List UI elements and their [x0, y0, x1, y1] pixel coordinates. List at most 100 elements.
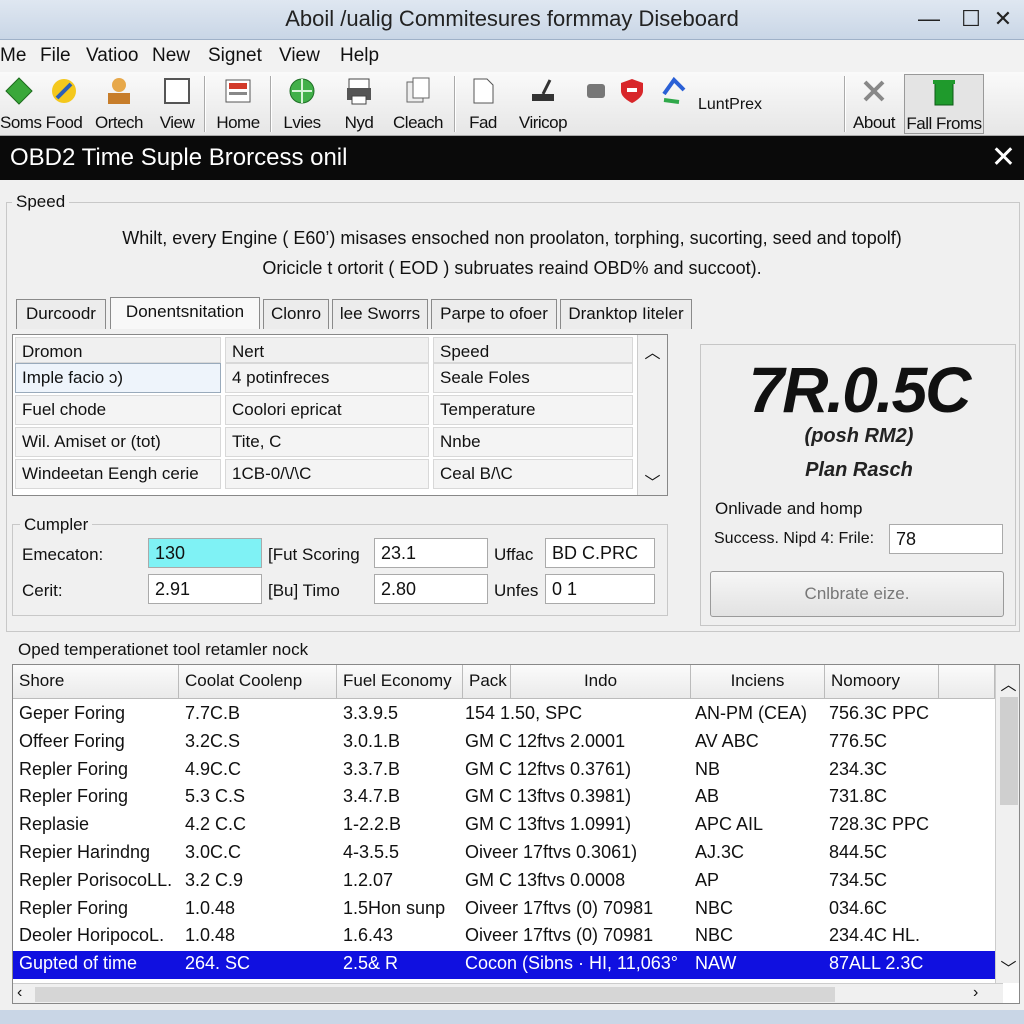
toolbar-cleach-button[interactable]: Cleach — [390, 74, 446, 134]
menu-bar: Me File Vatioo New Signet View Help — [0, 40, 1024, 72]
emecaton-input[interactable]: 130 — [148, 538, 262, 568]
grid-cell[interactable]: Windeetan Eengh cerie — [15, 459, 221, 489]
grid-header-dromon[interactable]: Dromon — [15, 337, 221, 363]
toolbar-home-button[interactable]: Home — [210, 74, 266, 134]
grid-cell[interactable]: Nnbe — [433, 427, 633, 457]
tab-durcoodr[interactable]: Durcoodr — [16, 299, 106, 329]
maximize-button[interactable]: ☐ — [956, 4, 986, 34]
scroll-up-icon[interactable]: ︿ — [996, 671, 1019, 695]
toolbar-ortech-button[interactable]: Ortech — [90, 74, 148, 134]
grid-cell[interactable]: 4 potinfreces — [225, 363, 429, 393]
cerit-input[interactable]: 2.91 — [148, 574, 262, 604]
menu-file[interactable]: File — [40, 45, 71, 67]
toolbar-fad-button[interactable]: Fad — [460, 74, 506, 134]
table-cell: 034.6C — [829, 897, 888, 918]
scroll-down-icon[interactable]: ﹀ — [638, 469, 667, 493]
toolbar-shield-button[interactable] — [616, 74, 648, 134]
success-field-input[interactable]: 78 — [889, 524, 1003, 554]
panel-close-button[interactable]: ✕ — [991, 140, 1016, 175]
scroll-down-icon[interactable]: ﹀ — [996, 955, 1019, 979]
table-horizontal-scrollbar[interactable]: ‹ › — [13, 983, 1003, 1003]
table-row[interactable]: Repler PorisocoLL. 3.2 C.9 1.2.07 GM C 13ft… — [13, 868, 995, 896]
toolbar-separator — [454, 76, 456, 132]
menu-view[interactable]: View — [279, 45, 320, 67]
table-cell: 776.5C — [829, 730, 888, 751]
scroll-left-icon[interactable]: ‹ — [17, 984, 22, 1002]
toolbar-view-button[interactable]: View — [156, 74, 198, 134]
column-header-blank — [939, 665, 995, 699]
table-cell: 728.3C PPC — [829, 814, 930, 835]
toolbar-nyd-button[interactable]: Nyd — [336, 74, 382, 134]
menu-help[interactable]: Help — [340, 45, 379, 67]
table-row[interactable]: Repler Foring 4.9C.C 3.3.7.B GM C 12ftvs 0.… — [13, 757, 995, 785]
grid-scrollbar[interactable]: ︿ ﹀ — [637, 335, 667, 495]
grid-header-speed[interactable]: Speed — [433, 337, 633, 363]
table-row[interactable]: Repier Harindng 3.0C.C 4-3.5.5 Oiveer 17ftv… — [13, 840, 995, 868]
grid-cell[interactable]: Seale Foles — [433, 363, 633, 393]
trash-icon — [933, 80, 955, 106]
toolbar-soms-button[interactable]: Soms — [0, 74, 42, 134]
menu-me[interactable]: Me — [0, 45, 26, 67]
uffac-input[interactable]: BD C.PRC — [545, 538, 655, 568]
table-row[interactable]: Offeer Foring 3.2C.S 3.0.1.B GM C 12ftvs 2.… — [13, 729, 995, 757]
table-row[interactable]: Repler Foring 5.3 C.S 3.4.7.B GM C 13ftvs 0… — [13, 784, 995, 812]
column-header-fuel-economy[interactable]: Fuel Economy — [337, 665, 463, 699]
column-header-pack[interactable]: Pack — [463, 665, 511, 699]
scroll-right-icon[interactable]: › — [973, 984, 978, 1002]
column-header-inciens[interactable]: Inciens — [691, 665, 825, 699]
grid-cell[interactable]: Wil. Amiset or (tot) — [15, 427, 221, 457]
menu-signet[interactable]: Signet — [208, 45, 262, 67]
toolbar-food-button[interactable]: Food — [42, 74, 86, 134]
tab-lee-sworrs[interactable]: lee Sworrs — [332, 299, 428, 329]
grid-cell[interactable]: Ceal B/\C — [433, 459, 633, 489]
toolbar-lvies-button[interactable]: Lvies — [276, 74, 328, 134]
tab-dranktop-iiteler[interactable]: Dranktop Iiteler — [560, 299, 692, 329]
grid-header-nert[interactable]: Nert — [225, 337, 429, 363]
menu-new[interactable]: New — [152, 45, 190, 67]
bu-timo-input[interactable]: 2.80 — [374, 574, 488, 604]
table-row[interactable]: Gupted of time 264. SC 2.5& R Cocon (Sibns … — [13, 951, 995, 980]
table-row[interactable]: Geper Foring 7.7C.B 3.3.9.5 154 1.50, SPC AN… — [13, 701, 995, 729]
toolbar-viricop-button[interactable]: Viricop — [512, 74, 574, 134]
printer-icon — [347, 78, 371, 105]
grid-cell[interactable]: 1CB-0/\/\C — [225, 459, 429, 489]
column-header-shore[interactable]: Shore — [13, 665, 179, 699]
table-cell: 154 1.50, SPC — [465, 703, 583, 723]
status-strip — [0, 1010, 1024, 1024]
table-row[interactable]: Repler Foring 1.0.48 1.5Hon sunp Oiveer 17f… — [13, 896, 995, 924]
scroll-up-icon[interactable]: ︿ — [638, 339, 667, 363]
grid-cell[interactable]: Imple facio ɔ) — [15, 363, 221, 393]
toolbar-fall-froms-button[interactable]: Fall Froms — [904, 74, 984, 134]
grid-cell[interactable]: Tite, C — [225, 427, 429, 457]
table-cell: 1.6.43 — [343, 925, 394, 946]
toolbar-sync-button[interactable] — [654, 74, 694, 134]
tab-clonro[interactable]: Clonro — [263, 299, 329, 329]
table-row[interactable]: Replasie 4.2 C.C 1-2.2.B GM C 13ftvs 1.0991… — [13, 812, 995, 840]
grid-cell[interactable]: Coolori epricat — [225, 395, 429, 425]
scroll-thumb[interactable] — [1000, 697, 1018, 805]
column-header-nomoory[interactable]: Nomoory — [825, 665, 939, 699]
tab-parpe-to-ofoer[interactable]: Parpe to ofoer — [431, 299, 557, 329]
table-cell: Gupted of time — [19, 953, 138, 974]
globe-icon — [289, 78, 315, 104]
grid-cell[interactable]: Temperature — [433, 395, 633, 425]
column-header-indo[interactable]: Indo — [511, 665, 691, 699]
unfes-input[interactable]: 0 1 — [545, 574, 655, 604]
close-window-button[interactable]: ✕ — [988, 4, 1018, 34]
toolbar-about-button[interactable]: About — [848, 74, 900, 134]
calibrate-button[interactable]: Cnlbrate eize. — [710, 571, 1004, 617]
toolbar-settings-button[interactable] — [580, 74, 612, 134]
table-cell: 234.3C — [829, 758, 888, 779]
table-cell: 4.2 C.C — [185, 814, 247, 835]
fut-scoring-input[interactable]: 23.1 — [374, 538, 488, 568]
table-row[interactable]: Deoler HoripocoL. 1.0.48 1.6.43 Oiveer 17ft… — [13, 923, 995, 951]
document-icon — [473, 78, 494, 104]
tab-donentsnitation[interactable]: Donentsnitation — [110, 297, 260, 329]
table-scrollbar[interactable]: ︿ ﹀ — [995, 665, 1019, 983]
minimize-button[interactable]: — — [914, 4, 944, 34]
scroll-thumb[interactable] — [35, 987, 835, 1002]
menu-vatioo[interactable]: Vatioo — [86, 45, 138, 67]
column-header-coolat-coolenp[interactable]: Coolat Coolenp — [179, 665, 337, 699]
grid-cell[interactable]: Fuel chode — [15, 395, 221, 425]
table-cell: 5.3 C.S — [185, 786, 246, 807]
